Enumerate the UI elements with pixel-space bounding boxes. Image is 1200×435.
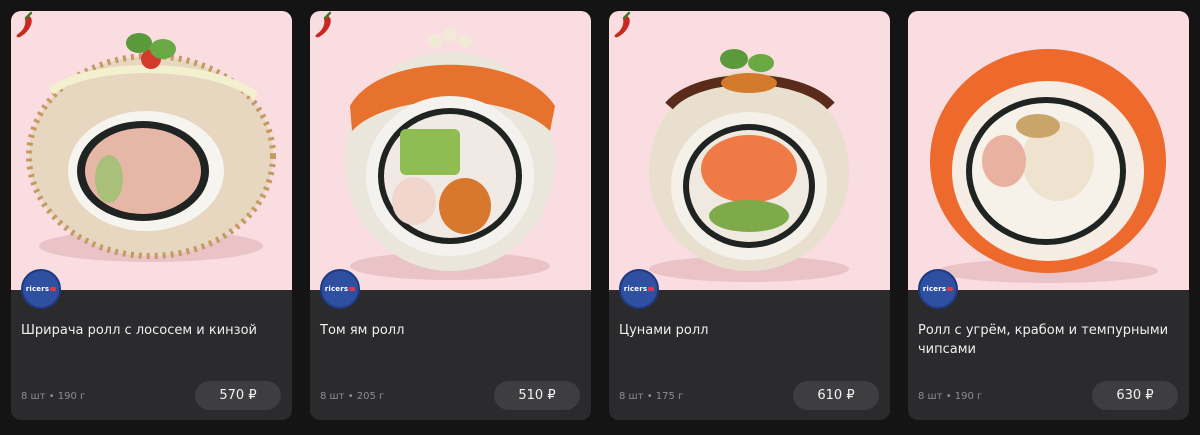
product-photo[interactable]	[11, 11, 292, 290]
product-grid: ricers Шрирача ролл с лососем и кинзой 8…	[0, 0, 1200, 435]
logo-text: ricers	[922, 285, 947, 293]
product-meta: 8 шт • 205 г	[320, 391, 385, 402]
product-meta: 8 шт • 175 г	[619, 391, 684, 402]
product-title[interactable]: Ролл с угрём, крабом и темпурными чипсам…	[918, 321, 1178, 359]
product-meta: 8 шт • 190 г	[21, 391, 86, 402]
product-photo[interactable]	[908, 11, 1189, 290]
chili-pepper-icon	[315, 11, 332, 38]
price-button[interactable]: 630 ₽	[1092, 381, 1178, 410]
logo-flag	[349, 287, 356, 291]
product-title[interactable]: Том ям ролл	[320, 321, 580, 340]
logo-text: ricers	[324, 285, 349, 293]
logo-flag	[50, 287, 57, 291]
product-photo[interactable]	[609, 11, 890, 290]
product-card[interactable]: ricers Ролл с угрём, крабом и темпурными…	[908, 11, 1189, 420]
logo-flag	[947, 287, 954, 291]
price-button[interactable]: 510 ₽	[494, 381, 580, 410]
logo-flag	[648, 287, 655, 291]
chili-pepper-icon	[16, 11, 33, 38]
product-card[interactable]: ricers Шрирача ролл с лососем и кинзой 8…	[11, 11, 292, 420]
sushi-roll-image	[26, 33, 276, 262]
ricers-logo: ricers	[619, 269, 659, 309]
product-card[interactable]: ricers Том ям ролл 8 шт • 205 г 510 ₽	[310, 11, 591, 420]
product-title[interactable]: Шрирача ролл с лососем и кинзой	[21, 321, 281, 340]
ricers-logo: ricers	[21, 269, 61, 309]
ricers-logo: ricers	[918, 269, 958, 309]
chili-pepper-icon	[614, 11, 631, 38]
price-button[interactable]: 570 ₽	[195, 381, 281, 410]
product-meta: 8 шт • 190 г	[918, 391, 983, 402]
price-button[interactable]: 610 ₽	[793, 381, 879, 410]
ricers-logo: ricers	[320, 269, 360, 309]
logo-text: ricers	[25, 285, 50, 293]
product-photo[interactable]	[310, 11, 591, 290]
sushi-roll-image	[930, 49, 1166, 283]
logo-text: ricers	[623, 285, 648, 293]
product-card[interactable]: ricers Цунами ролл 8 шт • 175 г 610 ₽	[609, 11, 890, 420]
product-title[interactable]: Цунами ролл	[619, 321, 879, 340]
sushi-roll-image	[345, 28, 555, 280]
sushi-roll-image	[649, 49, 849, 282]
